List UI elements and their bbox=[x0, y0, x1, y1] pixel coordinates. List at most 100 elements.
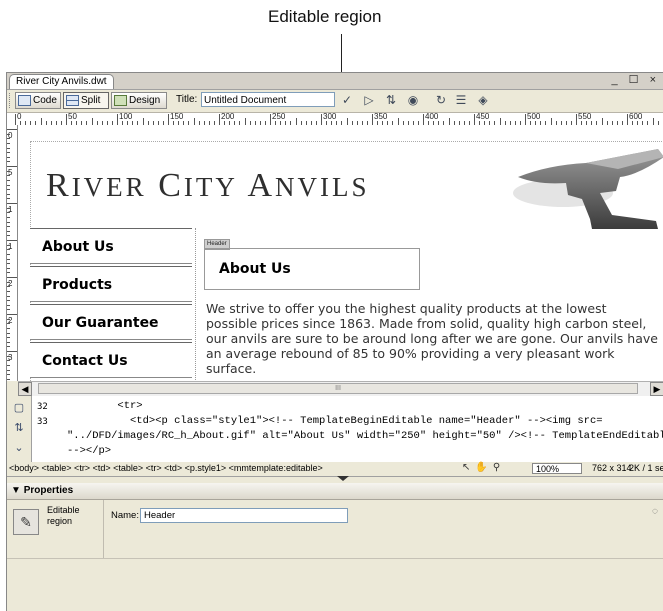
region-name-input[interactable]: Header bbox=[140, 508, 348, 523]
logo-letter: R bbox=[46, 167, 72, 204]
ruler-minor-tick bbox=[7, 198, 10, 199]
ruler-label: 500 bbox=[527, 113, 540, 121]
ruler-minor-tick bbox=[7, 319, 10, 320]
split-view-button[interactable]: Split bbox=[63, 92, 109, 109]
code-view[interactable]: ▢ ⇅ ⌄ 32 <tr> 33 <td><p class="style1"><… bbox=[7, 396, 663, 463]
ruler-minor-tick bbox=[7, 208, 10, 209]
tag-selector[interactable]: <body> <table> <tr> <td> <table> <tr> <t… bbox=[9, 463, 323, 473]
zoom-select[interactable]: 100% bbox=[532, 463, 582, 474]
zoom-tool-icon[interactable]: ⚲ bbox=[493, 462, 505, 473]
ruler-minor-tick bbox=[7, 263, 10, 264]
design-view-label: Design bbox=[129, 92, 160, 109]
panel-collapse-arrow[interactable] bbox=[337, 476, 349, 481]
ruler-minor-tick bbox=[7, 300, 10, 301]
scroll-right-button[interactable]: ▶ bbox=[650, 382, 663, 396]
design-view-button[interactable]: Design bbox=[111, 92, 167, 109]
ruler-minor-tick bbox=[7, 212, 10, 213]
editable-region-icon: ✎ bbox=[13, 509, 39, 535]
ruler-minor-tick bbox=[7, 360, 10, 361]
toolbar-grip[interactable] bbox=[9, 93, 12, 108]
editable-region[interactable]: About Us bbox=[204, 248, 420, 290]
ruler-major-tick bbox=[66, 114, 67, 125]
help-icon[interactable]: ◌ bbox=[652, 506, 658, 517]
ruler-label: 600 bbox=[629, 113, 642, 121]
ruler-major-tick bbox=[474, 114, 475, 125]
ruler-major-tick bbox=[7, 203, 17, 204]
ruler-label: 450 bbox=[476, 113, 489, 121]
open-documents-icon[interactable]: ▢ bbox=[12, 401, 26, 415]
ruler-minor-tick bbox=[7, 185, 10, 186]
ruler-minor-tick bbox=[7, 356, 10, 357]
window-controls[interactable]: _ ☐ × bbox=[611, 73, 660, 86]
ruler-minor-tick bbox=[7, 161, 10, 162]
ruler-major-tick bbox=[627, 114, 628, 125]
ruler-major-tick bbox=[372, 114, 373, 125]
ruler-minor-tick bbox=[7, 189, 10, 190]
site-logo: RIVER CITY ANVILS bbox=[46, 167, 370, 205]
ruler-minor-tick bbox=[398, 118, 399, 125]
ruler-minor-tick bbox=[7, 296, 10, 297]
ruler-minor-tick bbox=[7, 342, 10, 343]
ruler-major-tick bbox=[7, 314, 17, 315]
window-size-select[interactable]: 762 x 314 bbox=[592, 463, 632, 473]
ruler-minor-tick bbox=[7, 323, 10, 324]
select-tool-icon[interactable]: ↖ bbox=[462, 462, 475, 473]
property-type-label: Editable region bbox=[47, 505, 97, 527]
ruler-minor-tick bbox=[143, 118, 144, 125]
document-tab[interactable]: River City Anvils.dwt bbox=[9, 74, 114, 89]
ruler-major-tick bbox=[7, 351, 17, 352]
ruler-minor-tick bbox=[7, 157, 10, 158]
ruler-major-tick bbox=[321, 114, 322, 125]
view-options-icon[interactable]: ☰ bbox=[453, 93, 469, 108]
ruler-label: 550 bbox=[578, 113, 591, 121]
properties-panel: ▼ Properties ✎ Editable region Name: Hea… bbox=[7, 483, 663, 611]
title-input[interactable]: Untitled Document bbox=[201, 92, 335, 107]
visual-aids-icon[interactable]: ◈ bbox=[475, 93, 491, 108]
no-browser-check-errors-icon[interactable]: ✓ bbox=[339, 93, 355, 108]
scroll-thumb[interactable]: III bbox=[38, 383, 638, 394]
nav-item-about-us[interactable]: About Us bbox=[30, 228, 192, 264]
code-view-button[interactable]: Code bbox=[15, 92, 61, 109]
ruler-minor-tick bbox=[7, 282, 10, 283]
logo-letter: C bbox=[158, 167, 184, 204]
ruler-minor-tick bbox=[194, 118, 195, 125]
ruler-minor-tick bbox=[7, 235, 10, 236]
ruler-minor-tick bbox=[7, 259, 10, 260]
collapse-tag-icon[interactable]: ⇅ bbox=[12, 421, 26, 435]
callout-label: Editable region bbox=[268, 7, 381, 27]
anvil-icon bbox=[508, 135, 663, 230]
validate-markup-icon[interactable]: ▷ bbox=[361, 93, 377, 108]
expand-all-icon[interactable]: ⌄ bbox=[12, 441, 26, 455]
refresh-design-view-icon[interactable]: ↻ bbox=[433, 93, 449, 108]
ruler-major-tick bbox=[7, 240, 17, 241]
ruler-minor-tick bbox=[7, 152, 10, 153]
code-line: <td><p class="style1"><!-- TemplateBegin… bbox=[67, 415, 603, 427]
ruler-minor-tick bbox=[449, 118, 450, 125]
nav-item-products[interactable]: Products bbox=[30, 266, 192, 302]
ruler-major-tick bbox=[7, 166, 17, 167]
file-management-icon[interactable]: ⇅ bbox=[383, 93, 399, 108]
body-paragraph: We strive to offer you the highest quali… bbox=[206, 301, 658, 376]
title-label: Title: bbox=[176, 94, 197, 105]
ruler-major-tick bbox=[7, 277, 17, 278]
code-line: --></p> bbox=[67, 445, 111, 457]
preview-in-browser-icon[interactable]: ◉ bbox=[405, 93, 421, 108]
ruler-major-tick bbox=[117, 114, 118, 125]
scroll-left-button[interactable]: ◀ bbox=[18, 382, 32, 396]
design-view[interactable]: RIVER CITY ANVILS About Us Products Our … bbox=[18, 125, 663, 381]
nav-item-our-guarantee[interactable]: Our Guarantee bbox=[30, 304, 192, 340]
ruler-major-tick bbox=[270, 114, 271, 125]
nav-item-contact-us[interactable]: Contact Us bbox=[30, 342, 192, 378]
ruler-minor-tick bbox=[7, 333, 10, 334]
ruler-minor-tick bbox=[7, 374, 10, 375]
ruler-minor-tick bbox=[41, 118, 42, 125]
ruler-major-tick bbox=[219, 114, 220, 125]
line-number: 33 bbox=[37, 417, 48, 427]
hand-tool-icon[interactable]: ✋ bbox=[475, 462, 492, 473]
ruler-minor-tick bbox=[7, 249, 10, 250]
properties-header[interactable]: ▼ Properties bbox=[7, 483, 663, 500]
ruler-minor-tick bbox=[653, 118, 654, 125]
design-horizontal-scrollbar[interactable]: ◀ III ▶ bbox=[18, 381, 663, 397]
ruler-minor-tick bbox=[7, 379, 10, 380]
ruler-minor-tick bbox=[7, 309, 10, 310]
